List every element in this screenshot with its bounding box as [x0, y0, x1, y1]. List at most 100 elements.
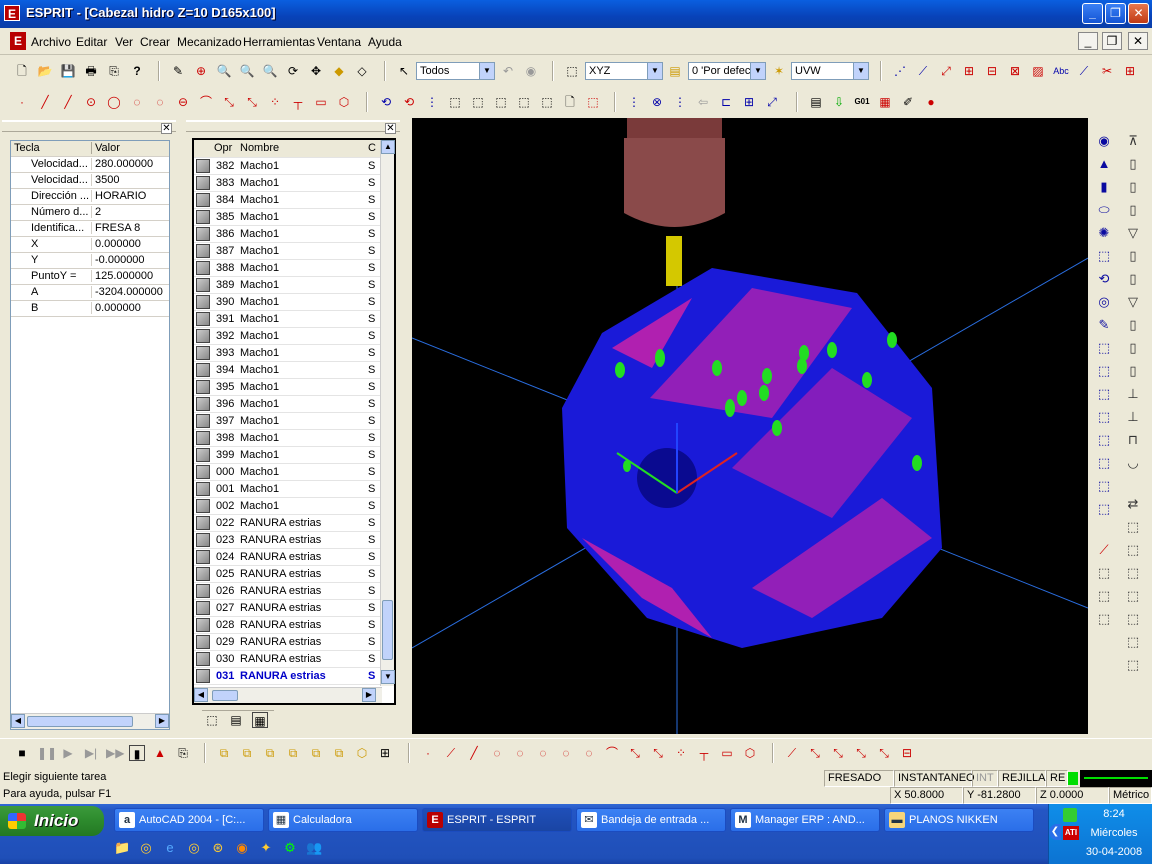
quicklaunch-icon[interactable]: ✦	[258, 840, 274, 856]
status-re[interactable]: RE	[1046, 770, 1068, 787]
machining-op-icon[interactable]: ⬚	[1095, 454, 1113, 472]
maximize-button[interactable]: ❐	[1105, 3, 1126, 24]
tool-icon[interactable]: ⬚	[1124, 587, 1142, 605]
taskbar-item-esprit[interactable]: E ESPRIT - ESPRIT	[422, 808, 572, 832]
property-row[interactable]: Velocidad... 3500	[11, 173, 169, 189]
help-icon[interactable]: ?	[129, 63, 145, 79]
machining-op-icon[interactable]: ⬚	[1095, 408, 1113, 426]
iso-view-icon[interactable]: ⬡	[354, 745, 370, 761]
property-row[interactable]: Dirección ... HORARIO	[11, 189, 169, 205]
tool-icon[interactable]: ⬚	[1124, 610, 1142, 628]
vertical-scrollbar[interactable]: ▲ ▼	[380, 140, 395, 686]
feature-icon[interactable]: ⟋	[1076, 63, 1092, 79]
ops-icon[interactable]: ▦	[877, 94, 893, 110]
tool-icon[interactable]: ⊥	[1124, 385, 1142, 403]
operation-row[interactable]: 382 Macho1 S	[194, 158, 382, 175]
document-icon[interactable]: E	[10, 32, 26, 50]
column-header-value[interactable]: Valor	[91, 142, 169, 154]
property-value[interactable]: 0.000000	[91, 238, 169, 250]
menu-ventana[interactable]: Ventana	[317, 35, 361, 49]
machining-op-icon[interactable]: ⬚	[1095, 477, 1113, 495]
scroll-right-icon[interactable]: ▶	[155, 714, 169, 728]
uvw-select[interactable]: UVW ▼	[791, 62, 869, 80]
line-icon[interactable]: ╱	[37, 94, 53, 110]
line-icon[interactable]: ╱	[60, 94, 76, 110]
tool-icon[interactable]: ▽	[1124, 293, 1142, 311]
machining-op-icon[interactable]: ◎	[1095, 293, 1113, 311]
tool-icon[interactable]: ⬚	[1124, 564, 1142, 582]
taskbar-item-bandeja[interactable]: ✉ Bandeja de entrada ...	[576, 808, 726, 832]
zoom-fit-icon[interactable]: 🔍	[262, 63, 278, 79]
quicklaunch-icon[interactable]: ⊛	[210, 840, 226, 856]
sim-icon[interactable]: ⎘	[175, 745, 191, 761]
operation-row[interactable]: 022 RANURA estrias S	[194, 515, 382, 532]
scroll-left-icon[interactable]: ◀	[11, 714, 25, 728]
folder-icon[interactable]: 📁	[114, 840, 130, 856]
operation-row[interactable]: 389 Macho1 S	[194, 277, 382, 294]
status-snap[interactable]: INSTANTANEO	[894, 770, 975, 787]
dots-icon[interactable]: ⁘	[267, 94, 283, 110]
3d-viewport[interactable]	[412, 118, 1088, 734]
tee-icon[interactable]: ┬	[696, 745, 712, 761]
machining-op-icon[interactable]: ▮	[1095, 178, 1113, 196]
operation-row[interactable]: 394 Macho1 S	[194, 362, 382, 379]
operation-row[interactable]: 027 RANURA estrias S	[194, 600, 382, 617]
feature-icon[interactable]: ⤢	[764, 94, 780, 110]
print-icon[interactable]: 🖶	[83, 63, 99, 79]
tool-icon[interactable]: ▯	[1124, 247, 1142, 265]
tool-icon[interactable]: ▽	[1124, 224, 1142, 242]
close-button[interactable]: ✕	[1128, 3, 1149, 24]
tool-display-icon[interactable]: ▮	[129, 745, 145, 761]
operation-row[interactable]: 028 RANURA estrias S	[194, 617, 382, 634]
solid-icon[interactable]: ⬚	[516, 94, 532, 110]
plane-icon[interactable]: ⬚	[564, 63, 580, 79]
column-header-nombre[interactable]: Nombre	[240, 142, 279, 154]
circle-icon[interactable]: ◌	[152, 94, 168, 110]
quicklaunch-icon[interactable]: ◎	[138, 840, 154, 856]
page-icon[interactable]: 🗋	[562, 94, 578, 110]
line-icon[interactable]: ⟋	[443, 745, 459, 761]
operation-row[interactable]: 386 Macho1 S	[194, 226, 382, 243]
machining-op-icon[interactable]: ✎	[1095, 316, 1113, 334]
property-row[interactable]: X 0.000000	[11, 237, 169, 253]
zoom-in-icon[interactable]: 🔍	[216, 63, 232, 79]
tab-tools-icon[interactable]: ▦	[252, 712, 268, 728]
circle-icon[interactable]: ⊖	[175, 94, 191, 110]
feature-icon[interactable]: ⊗	[649, 94, 665, 110]
chevron-down-icon[interactable]: ▼	[853, 63, 868, 79]
edit-icon[interactable]: ⤡	[876, 745, 892, 761]
operation-row[interactable]: 002 Macho1 S	[194, 498, 382, 515]
machining-op-icon[interactable]: ▲	[1095, 155, 1113, 173]
edit-icon[interactable]: ⟋	[784, 745, 800, 761]
quicklaunch-icon[interactable]: ⚙	[282, 840, 298, 856]
property-value[interactable]: -3204.000000	[91, 286, 169, 298]
dots-icon[interactable]: ⁘	[673, 745, 689, 761]
property-value[interactable]: 280.000000	[91, 158, 169, 170]
text-icon[interactable]: Abc	[1053, 63, 1069, 79]
status-grid[interactable]: REJILLA	[998, 770, 1046, 787]
hatch-icon[interactable]: ▨	[1030, 63, 1046, 79]
ops-icon[interactable]: ▤	[808, 94, 824, 110]
arc-icon[interactable]: ⌒	[604, 745, 620, 761]
operation-row[interactable]: 397 Macho1 S	[194, 413, 382, 430]
filter-select[interactable]: Todos ▼	[416, 62, 495, 80]
arc-icon[interactable]: ⤡	[650, 745, 666, 761]
grid-view-icon[interactable]: ⊞	[377, 745, 393, 761]
machining-op-icon[interactable]: ✺	[1095, 224, 1113, 242]
arc-icon[interactable]: ⤡	[244, 94, 260, 110]
menu-crear[interactable]: Crear	[140, 35, 170, 49]
pause-icon[interactable]: ❚❚	[37, 745, 57, 761]
tool-icon[interactable]: ▯	[1124, 316, 1142, 334]
menu-editar[interactable]: Editar	[76, 35, 107, 49]
feature-icon[interactable]: ⊞	[1122, 63, 1138, 79]
layer-select[interactable]: 0 'Por defec ▼	[688, 62, 766, 80]
operation-row[interactable]: 396 Macho1 S	[194, 396, 382, 413]
chain-icon[interactable]: ⟲	[378, 94, 394, 110]
scroll-right-icon[interactable]: ▶	[362, 688, 376, 702]
tool-icon[interactable]: ▯	[1124, 155, 1142, 173]
property-row[interactable]: Velocidad... 280.000000	[11, 157, 169, 173]
circle-icon[interactable]: ◌	[558, 745, 574, 761]
tool-icon[interactable]: ▯	[1124, 178, 1142, 196]
select-arrow-icon[interactable]: ↖	[396, 63, 412, 79]
operation-row[interactable]: 384 Macho1 S	[194, 192, 382, 209]
